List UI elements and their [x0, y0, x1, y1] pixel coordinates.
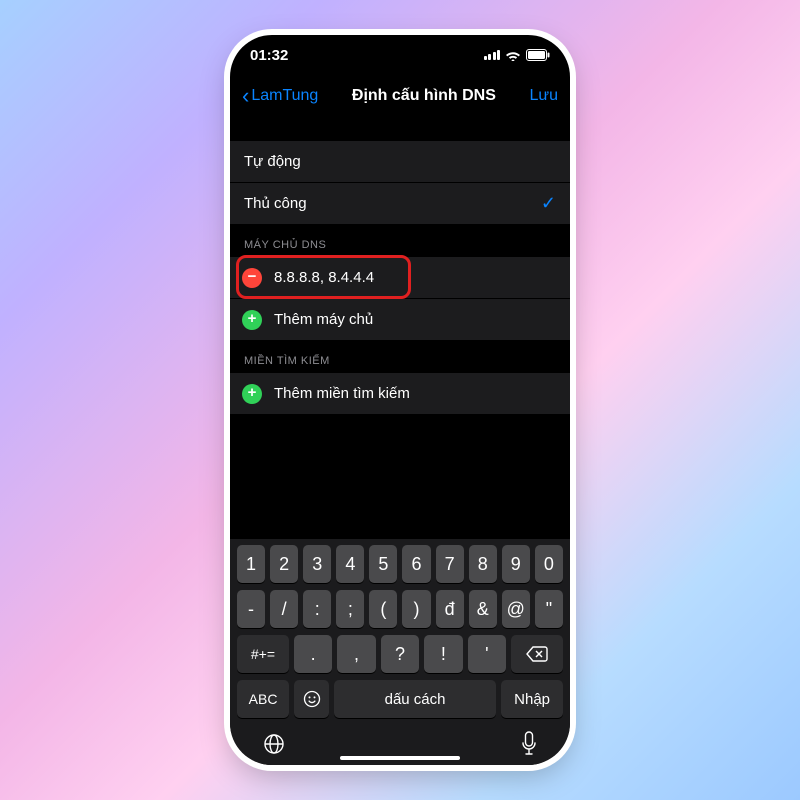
key-9[interactable]: 9 [502, 545, 530, 583]
key-0[interactable]: 0 [535, 545, 563, 583]
key-/[interactable]: / [270, 590, 298, 628]
key-1[interactable]: 1 [237, 545, 265, 583]
checkmark-icon: ✓ [541, 193, 556, 214]
key-7[interactable]: 7 [436, 545, 464, 583]
search-section-header: MIỀN TÌM KIẾM [230, 341, 570, 373]
key--[interactable]: - [237, 590, 265, 628]
mode-manual-row[interactable]: Thủ công ✓ [230, 183, 570, 225]
dns-section-header: MÁY CHỦ DNS [230, 225, 570, 257]
space-key[interactable]: dấu cách [334, 680, 496, 718]
phone-frame: 01:32 ‹ LamTung Định cấu hình DNS Lưu Tự… [230, 35, 570, 765]
add-icon[interactable]: + [242, 384, 262, 404]
key-.[interactable]: . [294, 635, 332, 673]
key-'[interactable]: ' [468, 635, 506, 673]
globe-icon[interactable] [262, 732, 286, 756]
key-3[interactable]: 3 [303, 545, 331, 583]
key-"[interactable]: " [535, 590, 563, 628]
chevron-left-icon: ‹ [242, 85, 249, 107]
mode-manual-label: Thủ công [244, 195, 307, 212]
key-([interactable]: ( [369, 590, 397, 628]
key-:[interactable]: : [303, 590, 331, 628]
key-8[interactable]: 8 [469, 545, 497, 583]
back-button[interactable]: ‹ LamTung [242, 85, 318, 107]
remove-icon[interactable]: − [242, 268, 262, 288]
page-title: Định cấu hình DNS [352, 87, 496, 105]
key-![interactable]: ! [424, 635, 462, 673]
key-)[interactable]: ) [402, 590, 430, 628]
emoji-icon [302, 689, 322, 709]
emoji-key[interactable] [294, 680, 329, 718]
add-search-domain-label: Thêm miền tìm kiếm [274, 385, 410, 402]
keyboard: 1234567890 -/:;()đ&@" #+= .,?!' ABC dấu … [230, 539, 570, 765]
mode-auto-row[interactable]: Tự động [230, 141, 570, 183]
backspace-key[interactable] [511, 635, 563, 673]
key-&[interactable]: & [469, 590, 497, 628]
add-dns-row[interactable]: + Thêm máy chủ [230, 299, 570, 341]
back-label: LamTung [251, 87, 318, 105]
add-search-domain-row[interactable]: + Thêm miền tìm kiếm [230, 373, 570, 415]
home-indicator[interactable] [340, 756, 460, 760]
add-icon[interactable]: + [242, 310, 262, 330]
content: Tự động Thủ công ✓ MÁY CHỦ DNS − 8.8.8.8… [230, 117, 570, 415]
enter-key[interactable]: Nhập [501, 680, 563, 718]
wifi-icon [505, 49, 521, 61]
key-,[interactable]: , [337, 635, 375, 673]
symbols-key[interactable]: #+= [237, 635, 289, 673]
status-icons [484, 49, 551, 61]
key-6[interactable]: 6 [402, 545, 430, 583]
backspace-icon [526, 646, 548, 662]
key-đ[interactable]: đ [436, 590, 464, 628]
dns-server-value: 8.8.8.8, 8.4.4.4 [274, 269, 374, 286]
notch [320, 35, 480, 61]
key-@[interactable]: @ [502, 590, 530, 628]
cellular-icon [484, 50, 501, 60]
mic-icon[interactable] [520, 731, 538, 757]
key-?[interactable]: ? [381, 635, 419, 673]
nav-bar: ‹ LamTung Định cấu hình DNS Lưu [230, 75, 570, 117]
key-;[interactable]: ; [336, 590, 364, 628]
add-dns-label: Thêm máy chủ [274, 311, 373, 328]
status-time: 01:32 [250, 47, 288, 64]
abc-key[interactable]: ABC [237, 680, 289, 718]
key-4[interactable]: 4 [336, 545, 364, 583]
key-2[interactable]: 2 [270, 545, 298, 583]
mode-auto-label: Tự động [244, 153, 301, 170]
save-button[interactable]: Lưu [529, 87, 558, 105]
battery-icon [526, 49, 550, 61]
key-5[interactable]: 5 [369, 545, 397, 583]
dns-server-row[interactable]: − 8.8.8.8, 8.4.4.4 [230, 257, 570, 299]
